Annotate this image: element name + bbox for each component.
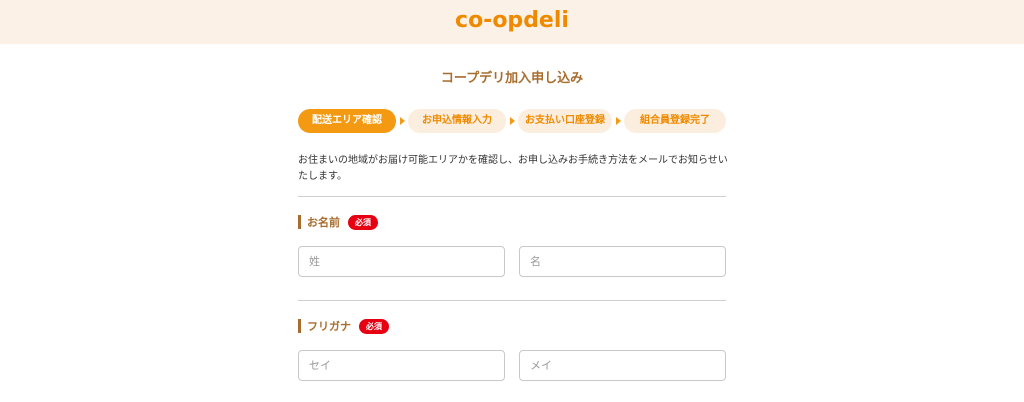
step-arrow-icon (400, 117, 405, 125)
label-accent-bar (298, 319, 301, 333)
first-name-kana-input[interactable] (519, 350, 726, 381)
required-badge: 必須 (348, 214, 378, 230)
first-name-input[interactable] (519, 246, 726, 277)
step-arrow-icon (510, 117, 515, 125)
logo-accent-text: deli (523, 8, 569, 33)
step-payment-account: お支払い口座登録 (518, 109, 612, 133)
step-membership-complete: 組合員登録完了 (624, 109, 726, 133)
section-divider (298, 196, 726, 197)
name-field-label: お名前 必須 (298, 214, 378, 230)
intro-text: お住まいの地域がお届け可能エリアかを確認し、お申し込みお手続き方法をメールでお知… (298, 155, 728, 182)
kana-field-label: フリガナ 必須 (298, 318, 389, 334)
step-delivery-area-check: 配送エリア確認 (298, 109, 396, 133)
label-accent-bar (298, 215, 301, 229)
section-divider (298, 300, 726, 301)
logo-text: co-op (455, 8, 524, 33)
site-header: co-opdeli (0, 0, 1024, 44)
last-name-kana-input[interactable] (298, 350, 505, 381)
page-title: コープデリ加入申し込み (440, 71, 584, 86)
progress-steps: 配送エリア確認 お申込情報入力 お支払い口座登録 組合員登録完了 (298, 109, 726, 133)
step-application-input: お申込情報入力 (408, 109, 506, 133)
last-name-input[interactable] (298, 246, 505, 277)
coopdeli-logo[interactable]: co-opdeli (0, 7, 1024, 35)
required-badge: 必須 (359, 318, 389, 334)
name-label-text: お名前 (307, 216, 340, 229)
kana-label-text: フリガナ (307, 320, 351, 333)
step-arrow-icon (616, 117, 621, 125)
